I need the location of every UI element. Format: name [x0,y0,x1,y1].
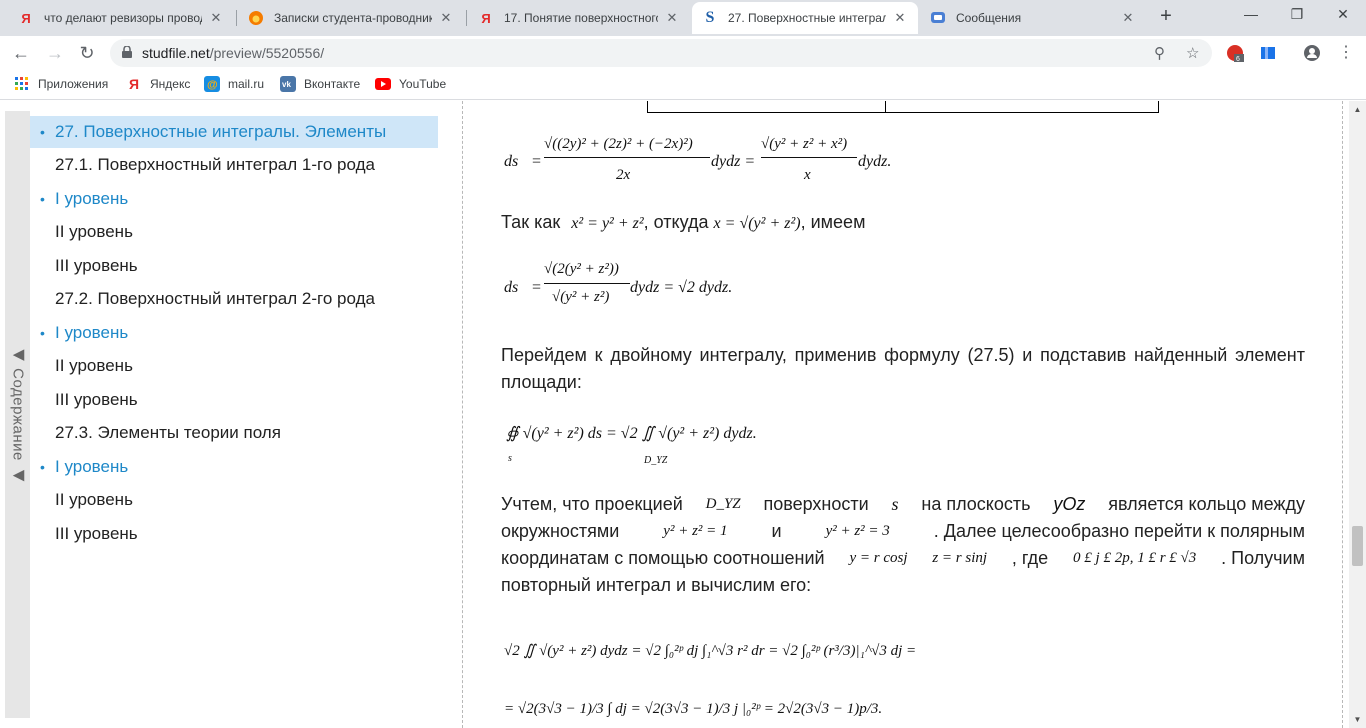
close-tab-icon[interactable]: ✕ [208,10,224,26]
profile-avatar-icon[interactable] [1303,44,1321,62]
close-tab-icon[interactable]: ✕ [892,10,908,26]
close-window-button[interactable]: ✕ [1328,6,1358,28]
toc-item[interactable]: 27.2. Поверхностный интеграл 2-го рода [30,283,438,315]
formula-surface-integral: ∯ √(y² + z²) ds = √2 ∬ √(y² + z²) dydz. … [506,425,757,466]
bookmark-apps[interactable]: Приложения [14,76,108,92]
formula-repeated-integral-1: √2 ∬ √(y² + z²) dydz = √2 ∫₀²ᵖ dj ∫₁^√3 … [504,643,917,659]
toc-item[interactable]: 27.1. Поверхностный интеграл 1-го рода [30,149,438,181]
restore-button[interactable]: ❐ [1282,6,1312,28]
svg-text:6: 6 [1236,56,1240,62]
extension-icon[interactable] [1259,44,1277,62]
vk-icon: vk [280,76,296,92]
document-border [1342,101,1343,728]
toc-item[interactable]: II уровень [30,350,438,382]
tab-4-active[interactable]: S 27. Поверхностные интегралы ✕ [692,2,918,34]
page-content: ◀ Содержание ◀ • 27. Поверхностные интегр… [0,101,1366,728]
bookmark-label: YouTube [399,77,447,91]
menu-kebab-icon[interactable]: ⋮ [1333,40,1359,66]
text-since: Так как x² = y² + z², откуда x = √(y² + … [501,212,866,232]
bookmark-label: Вконтакте [304,77,361,91]
toc-tab-label: ◀ Содержание ◀ [9,345,27,484]
yandex-icon: Я [21,10,31,26]
apps-grid-icon [14,76,30,92]
tab-title: 27. Поверхностные интегралы [728,11,886,25]
forward-button[interactable]: → [42,40,68,66]
toc-item-active[interactable]: • 27. Поверхностные интегралы. Элементы [30,116,438,148]
tab-5[interactable]: Сообщения ✕ [920,2,1146,34]
paragraph-projection: Учтем, что проекцией D_YZ поверхности s … [501,494,1305,595]
tab-title: Сообщения [956,11,1022,25]
mailru-icon: @ [204,76,220,92]
tab-separator [466,10,467,26]
site-favicon-icon [248,10,264,26]
lock-icon [122,46,132,58]
back-button[interactable]: ← [8,40,34,66]
url-text: studfile.net/preview/5520556/ [142,45,324,61]
bookmarks-bar: Приложения Я Яндекс @ mail.ru vk Вконтак… [0,70,1366,100]
url-path: /preview/5520556/ [209,45,325,61]
address-bar[interactable]: studfile.net/preview/5520556/ ⚲ ☆ [110,39,1212,67]
toc-item[interactable]: • I уровень [30,451,438,483]
bookmark-label: Яндекс [150,77,191,91]
toc-item[interactable]: • I уровень [30,183,438,215]
tab-title: 17. Понятие поверхностного [504,11,658,25]
scrollbar-thumb[interactable] [1352,526,1363,566]
yandex-icon: Я [481,10,491,26]
page-scrollbar[interactable] [1349,101,1366,728]
new-tab-button[interactable]: + [1155,6,1177,28]
messages-icon [930,10,946,26]
toc-item[interactable]: III уровень [30,384,438,416]
toc-item[interactable]: III уровень [30,250,438,282]
bookmark-star-icon[interactable]: ☆ [1186,44,1199,62]
studfile-icon: S [705,9,715,26]
youtube-icon [375,76,391,92]
svg-text:vk: vk [282,80,291,89]
close-tab-icon[interactable]: ✕ [664,10,680,26]
paragraph-double-integral: Перейдем к двойному интегралу, применив … [501,345,1305,392]
minimize-button[interactable]: — [1236,6,1266,28]
tab-separator [236,10,237,26]
bookmark-yandex[interactable]: Я Яндекс [126,76,190,92]
toc-list: • 27. Поверхностные интегралы. Элементы 2… [30,111,450,718]
bookmark-mailru[interactable]: @ mail.ru [204,76,264,92]
zoom-icon[interactable]: ⚲ [1154,44,1165,62]
scroll-down-arrow[interactable]: ▼ [1349,711,1366,728]
bookmark-label: Приложения [38,77,109,91]
toc-item[interactable]: • I уровень [30,317,438,349]
scroll-up-arrow[interactable]: ▲ [1349,101,1366,118]
tab-title: что делают ревизоры провод [44,11,202,25]
toc-item[interactable]: III уровень [30,518,438,550]
toc-panel: ◀ Содержание ◀ • 27. Поверхностные интегр… [5,111,450,718]
svg-text:@: @ [207,79,218,91]
tab-strip: Я что делают ревизоры провод ✕ Записки с… [0,0,1366,36]
bookmark-youtube[interactable]: YouTube [375,76,446,92]
tab-2[interactable]: Записки студента-проводник ✕ [238,2,464,34]
reload-button[interactable]: ↻ [74,40,100,66]
table-fragment [647,101,1159,113]
close-tab-icon[interactable]: ✕ [438,10,454,26]
toc-item[interactable]: II уровень [30,216,438,248]
bookmark-label: mail.ru [228,77,265,91]
toc-toggle-tab[interactable]: ◀ Содержание ◀ [5,111,30,718]
toolbar: ← → ↻ studfile.net/preview/5520556/ ⚲ ☆ … [0,36,1366,70]
tab-3[interactable]: Я 17. Понятие поверхностного ✕ [468,2,690,34]
formula-repeated-integral-2: = √2(3√3 − 1)/3 ∫ dj = √2(3√3 − 1)/3 j |… [504,701,883,717]
tab-title: Записки студента-проводник [274,11,432,25]
adblock-extension-icon[interactable]: 6 [1226,44,1244,63]
document-border [462,101,463,728]
tab-1[interactable]: Я что делают ревизоры провод ✕ [8,2,234,34]
toc-item[interactable]: II уровень [30,484,438,516]
bookmark-vk[interactable]: vk Вконтакте [280,76,360,92]
url-host: studfile.net [142,45,210,61]
close-tab-icon[interactable]: ✕ [1120,10,1136,26]
yandex-icon: Я [128,76,140,92]
toc-item[interactable]: 27.3. Элементы теории поля [30,417,438,449]
